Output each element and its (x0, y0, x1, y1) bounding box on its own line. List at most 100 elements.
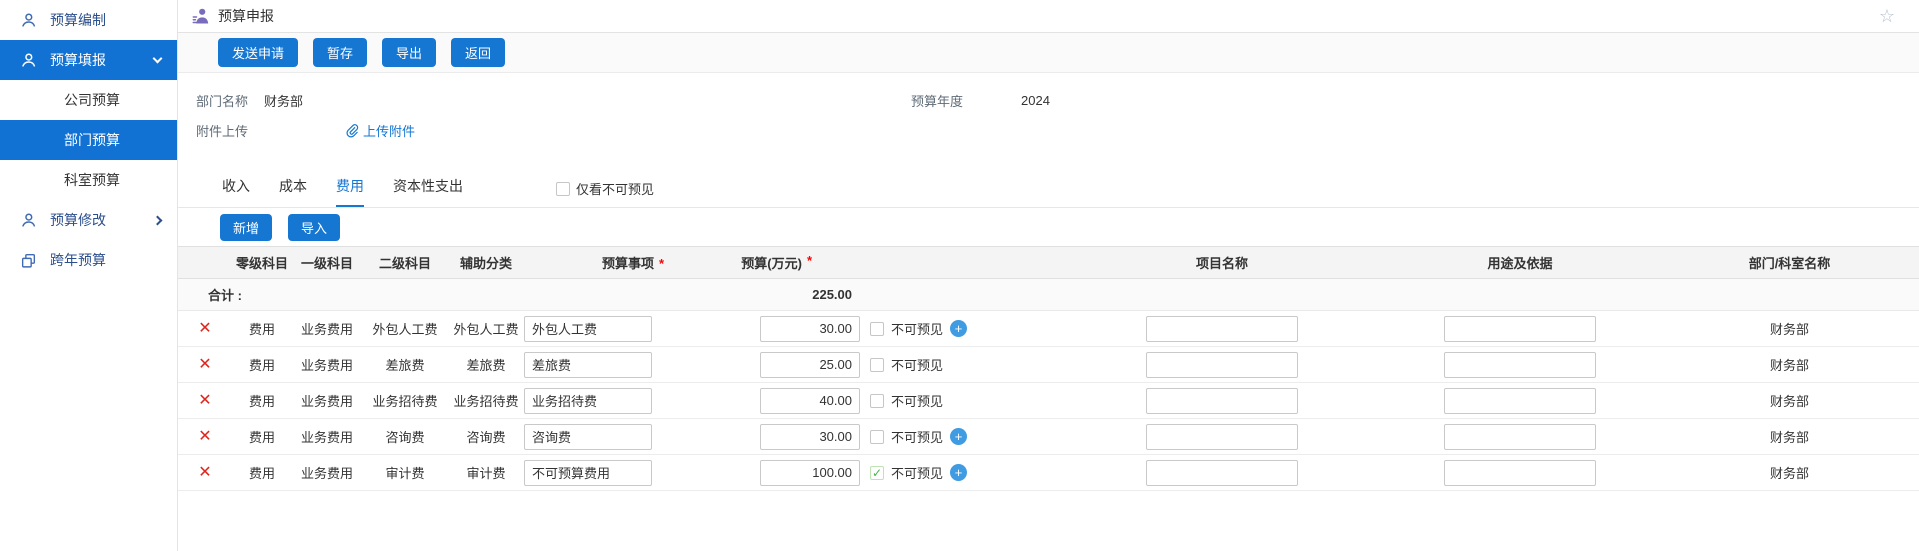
sidebar-item-budget-fill[interactable]: 预算填报 (0, 40, 177, 80)
project-name-input[interactable] (1146, 316, 1298, 342)
project-name-input[interactable] (1146, 460, 1298, 486)
cell-level0: 费用 (232, 463, 292, 482)
sidebar-item-department-budget[interactable]: 部门预算 (0, 120, 177, 160)
save-draft-button[interactable]: 暂存 (313, 38, 367, 67)
budget-amount-input[interactable] (760, 352, 860, 378)
unforeseen-label: 不可预见 (891, 319, 943, 338)
cell-level1: 业务费用 (292, 427, 362, 446)
sidebar-item-section-budget[interactable]: 科室预算 (0, 160, 177, 200)
tab-capital-expenditure[interactable]: 资本性支出 (393, 176, 463, 207)
export-button[interactable]: 导出 (382, 38, 436, 67)
unforeseen-checkbox[interactable] (870, 322, 884, 336)
department-name-label: 部门名称 (196, 91, 264, 110)
cell-aux: 外包人工费 (448, 319, 524, 338)
only-unforeseen-checkbox[interactable] (556, 182, 570, 196)
cell-level2: 咨询费 (362, 427, 448, 446)
send-request-button[interactable]: 发送申请 (218, 38, 298, 67)
budget-amount-input[interactable] (760, 388, 860, 414)
project-name-input[interactable] (1146, 424, 1298, 450)
delete-row-icon[interactable]: ✕ (198, 464, 211, 481)
cell-level2: 业务招待费 (362, 391, 448, 410)
add-row-button[interactable]: 新增 (220, 214, 272, 241)
main-panel: 预算申报 ☆ 发送申请 暂存 导出 返回 部门名称 财务部 预算年度 2024 … (178, 0, 1919, 551)
budget-year-label: 预算年度 (911, 91, 1021, 110)
sidebar-item-label: 预算填报 (50, 50, 106, 70)
sidebar-item-label: 预算编制 (50, 10, 106, 30)
table-row: ✕ 费用 业务费用 审计费 审计费 不可预见 + 财务部 (178, 455, 1919, 491)
budget-amount-input[interactable] (760, 460, 860, 486)
unforeseen-checkbox[interactable] (870, 394, 884, 408)
unforeseen-label: 不可预见 (891, 391, 943, 410)
cell-level2: 外包人工费 (362, 319, 448, 338)
tab-expense[interactable]: 费用 (336, 176, 364, 207)
table-row: ✕ 费用 业务费用 业务招待费 业务招待费 不可预见 + 财务部 (178, 383, 1919, 419)
cell-dept: 财务部 (1660, 355, 1919, 374)
total-value: 225.00 (664, 287, 864, 302)
unforeseen-checkbox[interactable] (870, 430, 884, 444)
only-unforeseen-label: 仅看不可预见 (576, 179, 654, 198)
add-sub-button[interactable]: + (950, 464, 967, 481)
budget-item-input[interactable] (524, 352, 652, 378)
budget-amount-input[interactable] (760, 316, 860, 342)
usage-basis-input[interactable] (1444, 424, 1596, 450)
project-name-input[interactable] (1146, 352, 1298, 378)
only-unforeseen-filter[interactable]: 仅看不可预见 (556, 179, 654, 207)
add-sub-button[interactable]: + (950, 320, 967, 337)
unforeseen-label: 不可预见 (891, 427, 943, 446)
total-label: 合计 : (178, 285, 292, 304)
tab-cost[interactable]: 成本 (279, 176, 307, 207)
form-area: 部门名称 财务部 预算年度 2024 附件上传 上传附件 (178, 73, 1919, 159)
project-name-input[interactable] (1146, 388, 1298, 414)
budget-amount-input[interactable] (760, 424, 860, 450)
header-project-name: 项目名称 (1064, 253, 1380, 272)
cell-level2: 审计费 (362, 463, 448, 482)
sidebar-item-label: 科室预算 (64, 170, 120, 190)
usage-basis-input[interactable] (1444, 352, 1596, 378)
delete-row-icon[interactable]: ✕ (198, 320, 211, 337)
unforeseen-checkbox[interactable] (870, 466, 884, 480)
app-root: 预算编制 预算填报 公司预算 部门预算 科室预算 预算修改 (0, 0, 1919, 551)
header-usage-basis: 用途及依据 (1380, 253, 1660, 272)
usage-basis-input[interactable] (1444, 388, 1596, 414)
cell-level1: 业务费用 (292, 319, 362, 338)
cell-level1: 业务费用 (292, 463, 362, 482)
sidebar-item-crossyear-budget[interactable]: 跨年预算 (0, 240, 177, 280)
tab-income[interactable]: 收入 (222, 176, 250, 207)
cell-level0: 费用 (232, 427, 292, 446)
usage-basis-input[interactable] (1444, 460, 1596, 486)
sidebar-item-company-budget[interactable]: 公司预算 (0, 80, 177, 120)
table-row: ✕ 费用 业务费用 外包人工费 外包人工费 不可预见 + 财务部 (178, 311, 1919, 347)
copy-icon (20, 252, 37, 269)
budget-table: 零级科目 一级科目 二级科目 辅助分类 预算事项* 预算(万元)* 项目名称 用… (178, 246, 1919, 491)
paperclip-icon (344, 123, 359, 138)
unforeseen-checkbox[interactable] (870, 358, 884, 372)
cell-aux: 业务招待费 (448, 391, 524, 410)
delete-row-icon[interactable]: ✕ (198, 392, 211, 409)
delete-row-icon[interactable]: ✕ (198, 356, 211, 373)
user-icon (20, 212, 37, 229)
budget-item-input[interactable] (524, 316, 652, 342)
cell-level0: 费用 (232, 391, 292, 410)
usage-basis-input[interactable] (1444, 316, 1596, 342)
cell-dept: 财务部 (1660, 319, 1919, 338)
sidebar-item-budget-compile[interactable]: 预算编制 (0, 0, 177, 40)
delete-row-icon[interactable]: ✕ (198, 428, 211, 445)
budget-item-input[interactable] (524, 424, 652, 450)
sidebar-item-budget-modify[interactable]: 预算修改 (0, 200, 177, 240)
sidebar-item-label: 跨年预算 (50, 250, 106, 270)
budget-item-input[interactable] (524, 388, 652, 414)
upload-attachment-link[interactable]: 上传附件 (344, 121, 415, 140)
back-button[interactable]: 返回 (451, 38, 505, 67)
header-aux-category: 辅助分类 (448, 253, 524, 272)
toolbar: 发送申请 暂存 导出 返回 (178, 33, 1919, 73)
cell-dept: 财务部 (1660, 391, 1919, 410)
favorite-star-icon[interactable]: ☆ (1879, 7, 1895, 25)
cell-level1: 业务费用 (292, 355, 362, 374)
cell-aux: 咨询费 (448, 427, 524, 446)
page-titlebar: 预算申报 ☆ (178, 0, 1919, 33)
table-row: ✕ 费用 业务费用 差旅费 差旅费 不可预见 + 财务部 (178, 347, 1919, 383)
budget-item-input[interactable] (524, 460, 652, 486)
add-sub-button[interactable]: + (950, 428, 967, 445)
import-button[interactable]: 导入 (288, 214, 340, 241)
cell-aux: 差旅费 (448, 355, 524, 374)
